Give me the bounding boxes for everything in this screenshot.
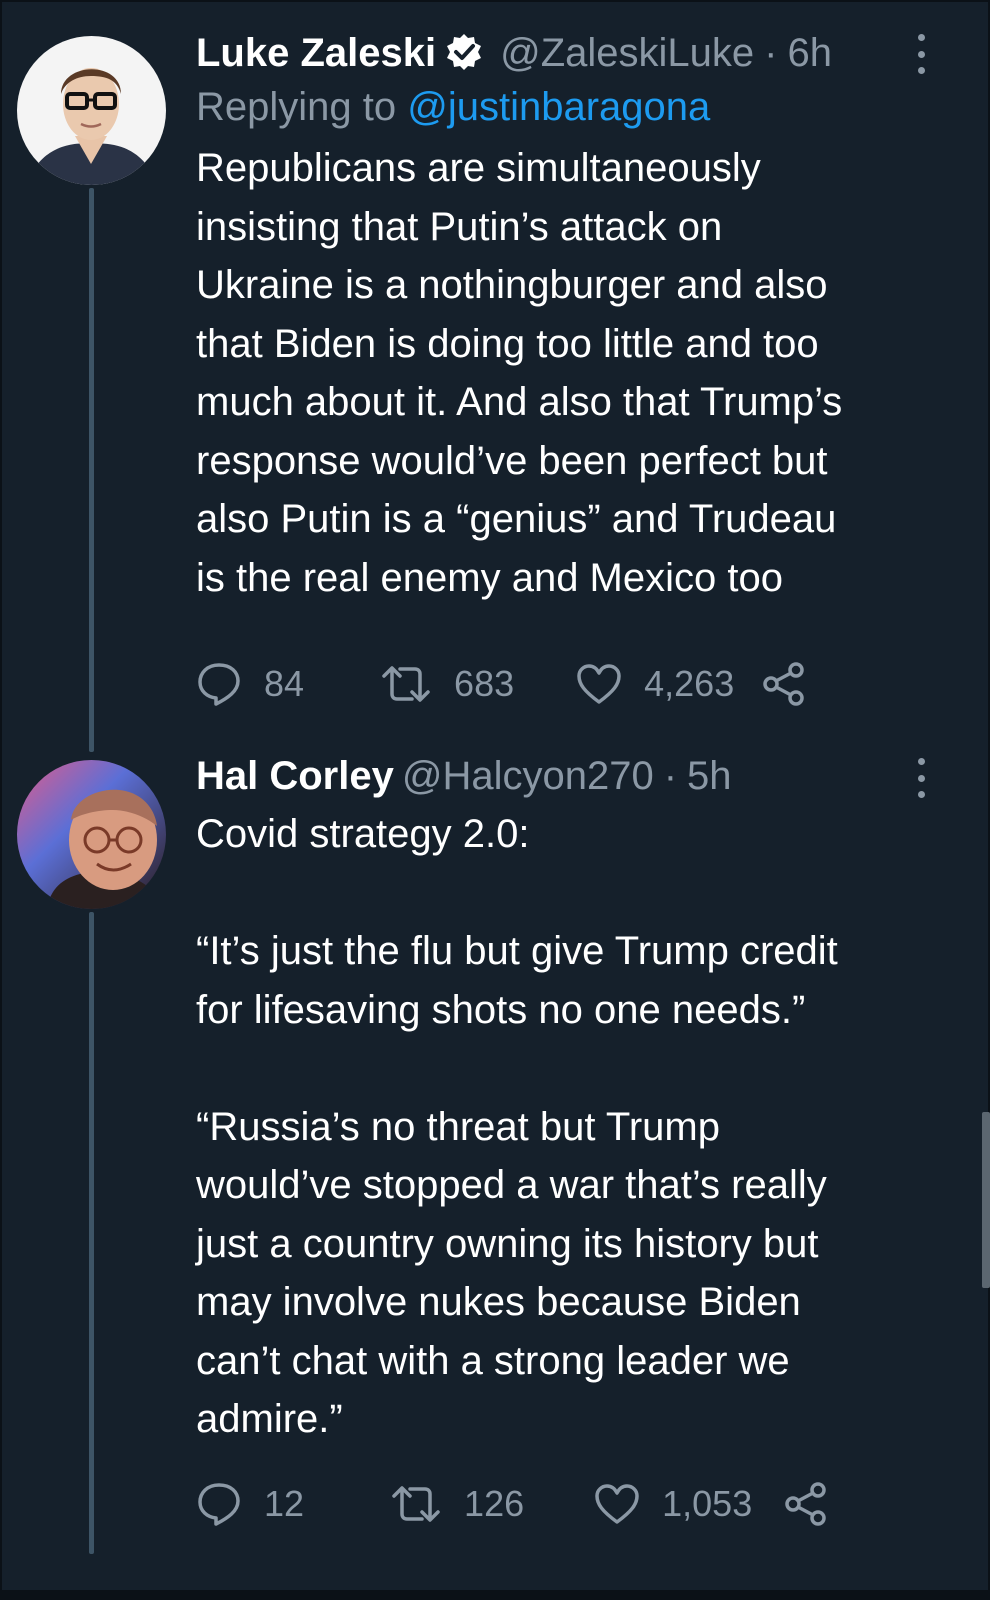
tweet-text-line: “Russia’s no threat but Trump xyxy=(196,1104,720,1149)
retweet-count: 126 xyxy=(464,1483,525,1524)
display-name[interactable]: Hal Corley xyxy=(196,750,394,802)
tweet-time[interactable]: 5h xyxy=(687,750,732,802)
bottom-border xyxy=(0,1590,990,1600)
user-handle[interactable]: @Halcyon270 xyxy=(402,750,654,802)
verified-badge-icon xyxy=(444,32,484,72)
tweet-text-line: much about it. And also that Trump’s xyxy=(196,380,843,424)
replying-to-label: Replying to xyxy=(196,85,397,129)
retweet-icon xyxy=(382,666,430,702)
tweet-header: Hal Corley @Halcyon270 · 5h xyxy=(196,750,936,802)
reply-button[interactable]: 12 xyxy=(196,1481,304,1527)
tweet-1[interactable]: Luke Zaleski @ZaleskiLuke · 6h Replying … xyxy=(196,26,936,607)
retweet-icon xyxy=(392,1486,440,1522)
display-name[interactable]: Luke Zaleski xyxy=(196,27,436,79)
separator-dot: · xyxy=(764,31,778,75)
tweet-text: Republicans are simultaneously insisting… xyxy=(196,139,936,607)
share-button[interactable] xyxy=(784,1481,828,1527)
reply-count: 12 xyxy=(264,1483,305,1524)
more-options-icon[interactable] xyxy=(906,758,936,798)
tweet-text-line: Republicans are simultaneously xyxy=(196,146,761,190)
tweet-text-line: is the real enemy and Mexico too xyxy=(196,555,783,600)
user-handle[interactable]: @ZaleskiLuke xyxy=(500,27,754,79)
tweet-2[interactable]: Hal Corley @Halcyon270 · 5h Covid strate… xyxy=(196,750,936,1449)
tweet-text-line: Covid strategy 2.0: xyxy=(196,812,530,856)
tweet-text-line: may involve nukes because Biden xyxy=(196,1280,801,1324)
reply-icon xyxy=(198,663,240,706)
avatar-hal-corley[interactable] xyxy=(17,760,166,909)
tweet-text: Covid strategy 2.0: “It’s just the flu b… xyxy=(196,805,936,1449)
reply-count: 84 xyxy=(264,663,305,704)
heart-icon xyxy=(595,1484,639,1524)
tweet-actions: 12 126 1,053 xyxy=(196,1479,828,1529)
share-icon xyxy=(785,1482,826,1526)
tweet-text-line: that Biden is doing too little and too xyxy=(196,321,819,366)
tweet-text-line: admire.” xyxy=(196,1397,343,1441)
heart-icon xyxy=(577,664,621,704)
left-border xyxy=(0,0,2,1600)
tweet-header: Luke Zaleski @ZaleskiLuke · 6h xyxy=(196,26,936,79)
share-icon xyxy=(763,662,804,706)
like-count: 1,053 xyxy=(662,1483,753,1524)
tweet-text-line: “It’s just the flu but give Trump credit xyxy=(196,929,838,973)
tweet-text-line: would’ve stopped a war that’s really xyxy=(196,1163,827,1207)
tweet-text-line: just a country owning its history but xyxy=(196,1221,819,1266)
like-button[interactable]: 4,263 xyxy=(576,663,734,705)
retweet-button[interactable]: 683 xyxy=(380,662,514,706)
thread-connector-line xyxy=(89,188,94,752)
separator-dot: · xyxy=(663,754,678,798)
tweet-text-line: can’t chat with a strong leader we xyxy=(196,1338,790,1383)
tweet-text-line: also Putin is a “genius” and Trudeau xyxy=(196,497,837,541)
tweet-actions: 84 683 4,263 xyxy=(196,659,806,709)
replying-to-mention[interactable]: @justinbaragona xyxy=(407,85,710,129)
tweet-text-line: for lifesaving shots no one needs.” xyxy=(196,987,806,1032)
like-count: 4,263 xyxy=(644,663,735,704)
reply-button[interactable]: 84 xyxy=(196,661,304,707)
thread-connector-line xyxy=(89,912,94,1554)
reply-icon xyxy=(198,1483,240,1526)
retweet-button[interactable]: 126 xyxy=(390,1482,524,1526)
tweet-text-line: response would’ve been perfect but xyxy=(196,438,828,483)
scrollbar-thumb[interactable] xyxy=(982,1112,990,1288)
tweet-time[interactable]: 6h xyxy=(788,27,833,79)
more-options-icon[interactable] xyxy=(906,34,936,74)
top-border xyxy=(0,0,990,2)
retweet-count: 683 xyxy=(454,663,515,704)
like-button[interactable]: 1,053 xyxy=(594,1483,752,1525)
share-button[interactable] xyxy=(762,661,806,707)
replying-to: Replying to @justinbaragona xyxy=(196,79,936,135)
tweet-text-line: Ukraine is a nothingburger and also xyxy=(196,263,828,307)
avatar-luke-zaleski[interactable] xyxy=(17,36,166,185)
tweet-text-line: insisting that Putin’s attack on xyxy=(196,204,723,249)
